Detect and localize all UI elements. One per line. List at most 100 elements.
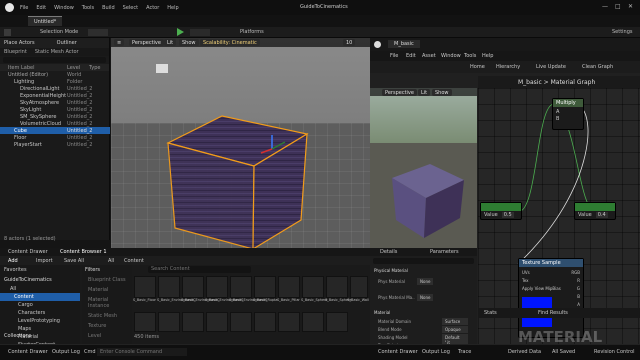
menu-tools[interactable]: Tools (82, 5, 94, 11)
live-update-button[interactable]: Live Update (536, 64, 566, 70)
console-input[interactable]: Enter Console Command (97, 348, 187, 356)
content-search-input[interactable]: Search Content (148, 266, 251, 273)
filter-item[interactable]: Material (82, 285, 132, 295)
platforms-button[interactable]: Platforms (240, 29, 264, 35)
list-item[interactable]: PlayerStart Untitled_2 (0, 141, 110, 148)
filter-item[interactable]: Material Instance (82, 295, 132, 311)
viewport-menu-button[interactable]: ≡ (114, 39, 125, 46)
path-all[interactable]: All (108, 258, 114, 264)
list-item-selected[interactable]: Cube Untitled_2 (0, 127, 110, 134)
texture-sample-node[interactable]: Texture Sample UVs Tex Apply View MipBia… (518, 258, 584, 338)
list-item[interactable]: SkyLight Untitled_2 (0, 106, 110, 113)
asset-thumbnail[interactable] (134, 276, 156, 298)
list-item[interactable]: DirectionalLight Untitled_2 (0, 85, 110, 92)
menu-build[interactable]: Build (102, 5, 115, 11)
cmd-dropdown[interactable]: Cmd (84, 349, 96, 355)
filter-item[interactable]: Blueprint Class (82, 275, 132, 285)
menu-asset[interactable]: Asset (422, 53, 436, 59)
menu-edit[interactable]: Edit (36, 5, 46, 11)
pin-rgb[interactable]: RGB (571, 270, 580, 275)
tab-outliner[interactable]: Outliner (57, 40, 77, 46)
menu-window[interactable]: Window (441, 53, 461, 59)
list-item[interactable]: SkyAtmosphere Untitled_2 (0, 99, 110, 106)
menu-window[interactable]: Window (54, 5, 74, 11)
material-domain-select[interactable]: Surface (442, 318, 468, 325)
project-header[interactable]: GuideToCinematics (0, 275, 80, 285)
asset-thumbnail[interactable] (230, 276, 252, 298)
constant-node-1[interactable]: Value 0.5 (480, 202, 522, 220)
asset-thumbnail[interactable] (254, 312, 276, 332)
path-content[interactable]: Content (124, 258, 144, 264)
content-drawer-button[interactable]: Content Drawer (8, 349, 48, 355)
import-button[interactable]: Import (36, 258, 53, 264)
asset-thumbnail[interactable] (254, 276, 276, 298)
column-item-label[interactable]: Item Label (8, 65, 34, 71)
tab-place-actors[interactable]: Place Actors (4, 40, 35, 46)
asset-thumbnail[interactable] (206, 276, 228, 298)
blend-mode-select[interactable]: Opaque (442, 326, 468, 333)
add-actor-button[interactable] (88, 29, 108, 36)
save-all-button[interactable]: Save All (64, 258, 84, 264)
output-log-button[interactable]: Output Log (52, 349, 80, 355)
derived-data-button[interactable]: Derived Data (508, 349, 541, 355)
menu-file[interactable]: File (20, 5, 28, 11)
asset-thumbnail[interactable] (182, 276, 204, 298)
section-physical-material[interactable]: Physical Material (374, 268, 408, 273)
tab-stats[interactable]: Stats (484, 310, 497, 316)
filter-static-mesh[interactable]: Static Mesh Actor (35, 49, 79, 55)
favorites-header[interactable]: Favorites (0, 265, 80, 275)
unreal-logo-icon[interactable] (5, 3, 14, 12)
menu-edit[interactable]: Edit (406, 53, 416, 59)
column-type[interactable]: Type (89, 65, 100, 71)
all-saved-status[interactable]: All Saved (552, 349, 575, 355)
list-item[interactable]: Floor Untitled_2 (0, 134, 110, 141)
pin-a-channel[interactable]: A (577, 302, 580, 307)
add-button[interactable]: Add (8, 258, 18, 264)
menu-help[interactable]: Help (482, 53, 493, 59)
settings-button[interactable]: Settings (612, 29, 633, 35)
list-item[interactable]: Untitled (Editor) World (0, 71, 110, 78)
list-item[interactable]: SM_SkySphere Untitled_2 (0, 113, 110, 120)
tree-levelprototyping[interactable]: LevelPrototyping (0, 317, 80, 325)
asset-thumbnail[interactable] (302, 312, 324, 332)
trace-button[interactable]: Trace (458, 349, 471, 355)
menu-help[interactable]: Help (167, 5, 178, 11)
close-icon[interactable]: ✕ (628, 3, 633, 10)
tab-content-drawer[interactable]: Content Drawer (8, 249, 48, 255)
asset-thumbnail[interactable] (326, 276, 348, 298)
play-icon[interactable] (177, 28, 184, 36)
menu-file[interactable]: File (390, 53, 398, 59)
asset-thumbnail[interactable] (278, 276, 300, 298)
pin-uvs[interactable]: UVs (522, 270, 530, 275)
column-level[interactable]: Level (67, 65, 80, 71)
lit-button[interactable]: Lit (164, 39, 177, 46)
tree-content[interactable]: Content (0, 293, 80, 301)
list-item[interactable]: VolumetricCloud Untitled_2 (0, 120, 110, 127)
play-options-button[interactable] (190, 29, 210, 36)
asset-thumbnail[interactable] (230, 312, 252, 332)
asset-thumbnail[interactable] (326, 312, 348, 332)
tab-details[interactable]: Details (380, 249, 397, 255)
home-button[interactable]: Home (470, 64, 485, 70)
asset-thumbnail[interactable] (182, 312, 204, 332)
section-material[interactable]: Material (374, 310, 390, 315)
selection-mode-button[interactable]: Selection Mode (40, 29, 78, 35)
list-item[interactable]: Lighting Folder (0, 78, 110, 85)
asset-thumbnail[interactable] (302, 276, 324, 298)
phys-material-value[interactable]: None (417, 278, 434, 285)
menu-select[interactable]: Select (123, 5, 138, 11)
value-input-2[interactable]: 0.4 (595, 212, 608, 218)
pin-r[interactable]: R (577, 278, 580, 283)
clean-graph-button[interactable]: Clean Graph (582, 64, 613, 70)
perspective-button[interactable]: Perspective (129, 39, 164, 46)
filter-item[interactable]: Static Mesh (82, 311, 132, 321)
filter-blueprint[interactable]: Blueprint (4, 49, 27, 55)
tree-cargo[interactable]: Cargo (0, 301, 80, 309)
asset-thumbnail[interactable] (206, 312, 228, 332)
tab-content-browser[interactable]: Content Browser 1 (60, 249, 107, 255)
pin-apply-mip[interactable]: Apply View MipBias (522, 286, 561, 291)
preview-show-button[interactable]: Show (432, 89, 452, 96)
grid-snap-value[interactable]: 10 (343, 39, 356, 46)
tree-characters[interactable]: Characters (0, 309, 80, 317)
asset-thumbnail[interactable] (278, 312, 300, 332)
